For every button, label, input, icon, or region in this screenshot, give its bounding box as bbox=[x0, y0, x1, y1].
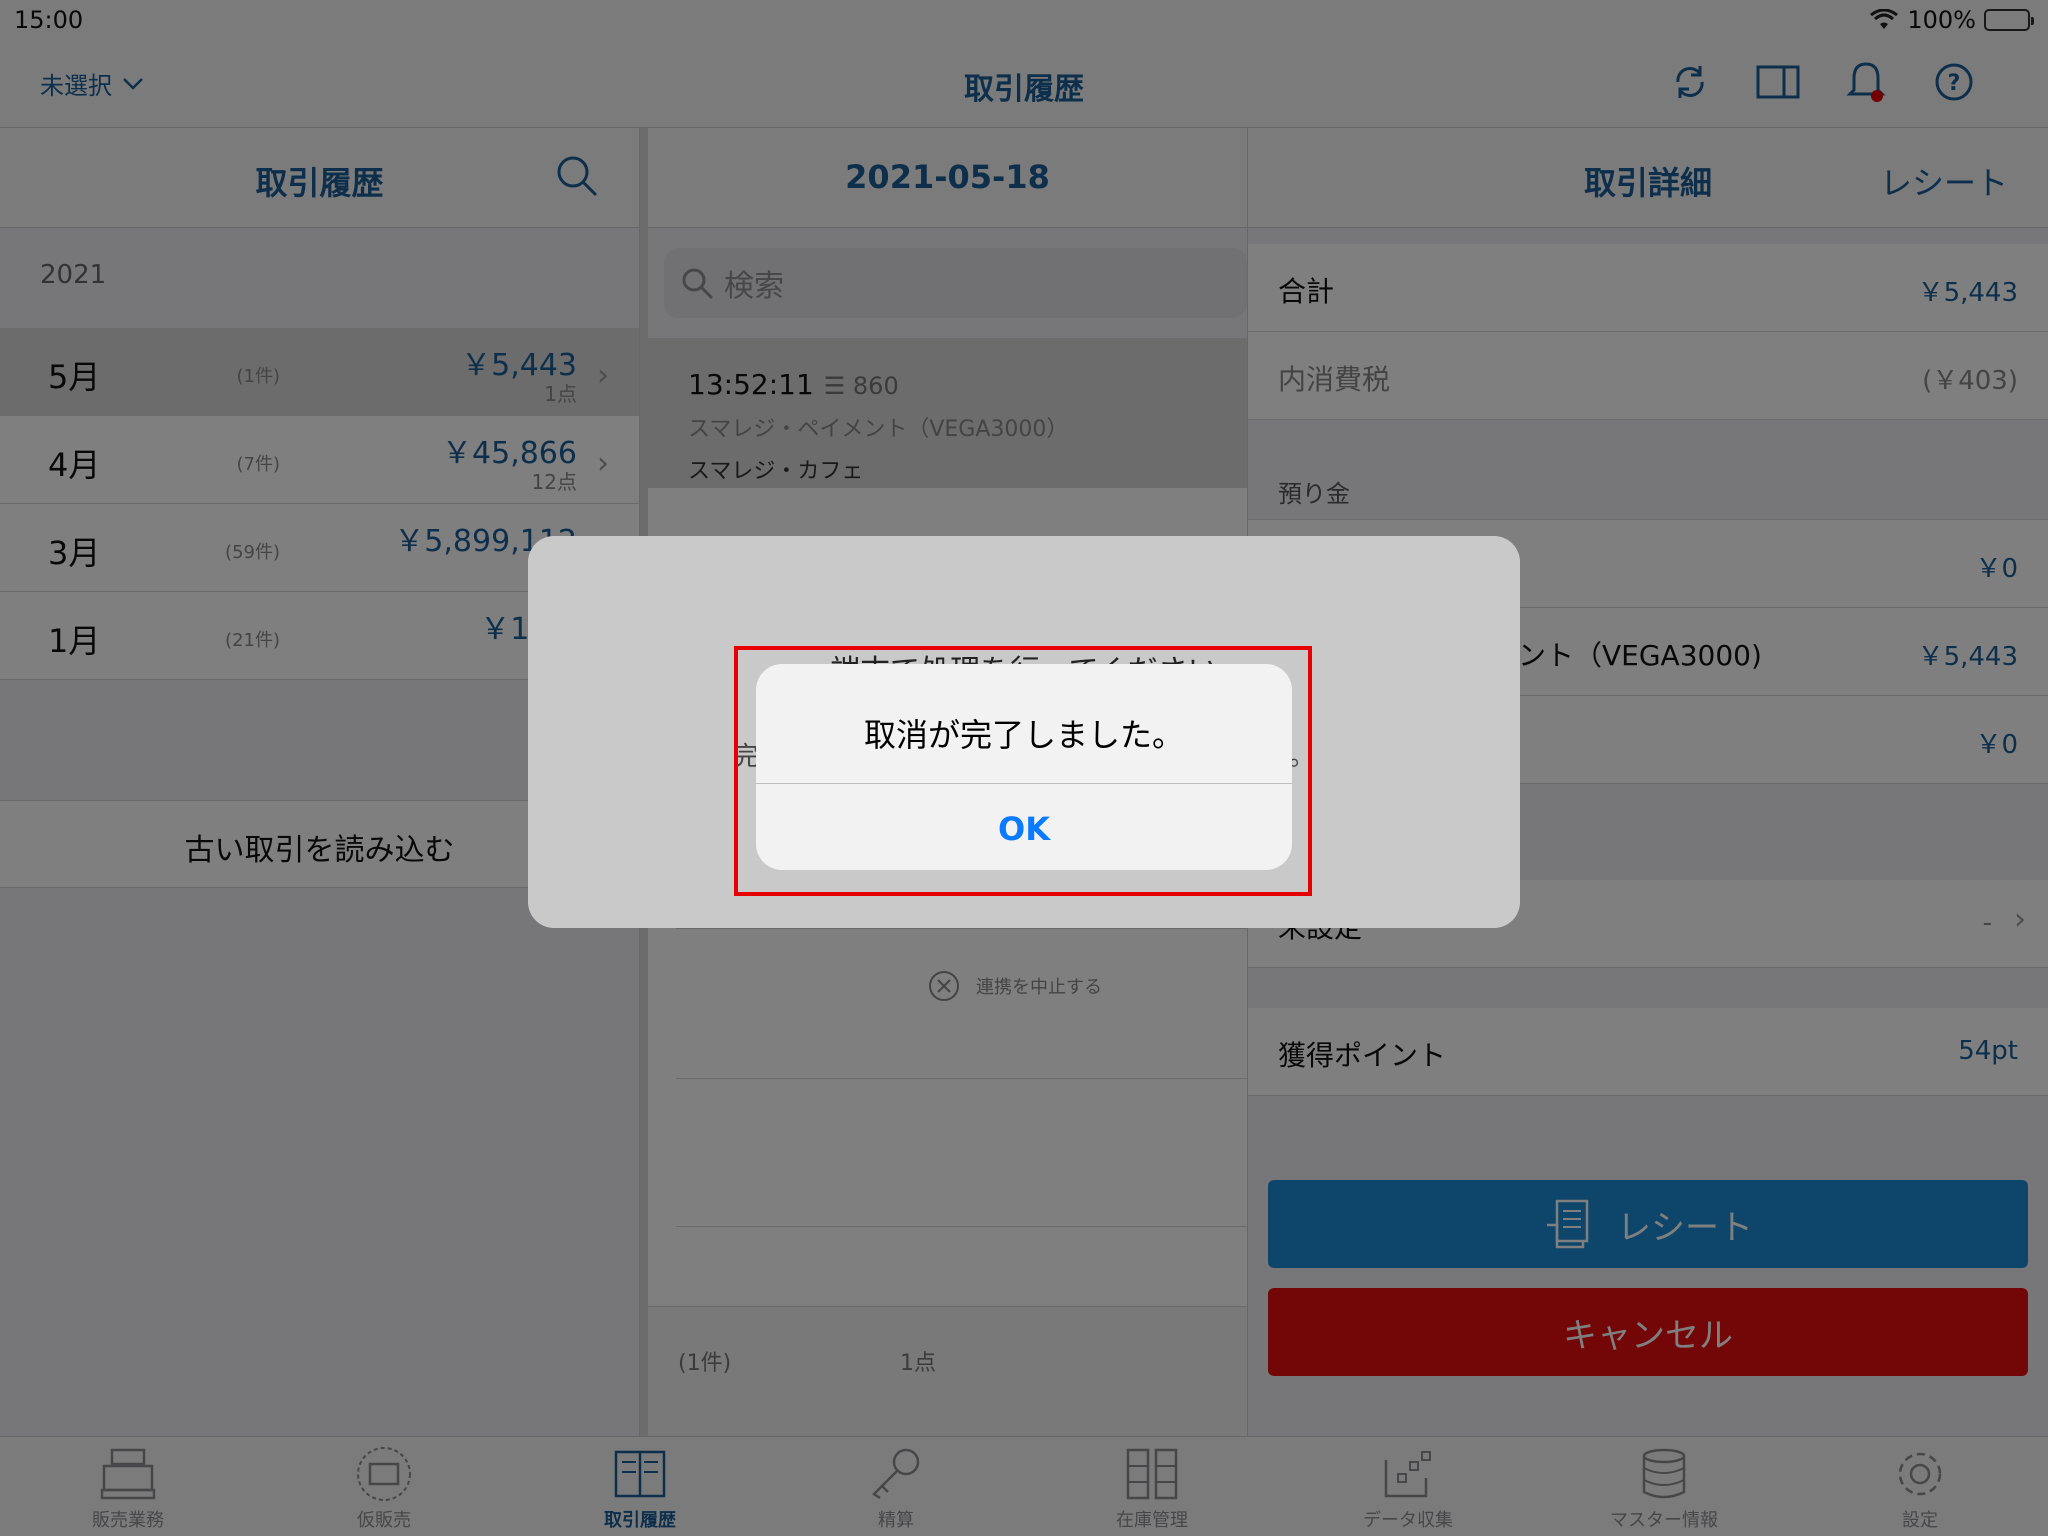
alert-ok-button[interactable]: OK bbox=[756, 784, 1292, 870]
cancel-complete-alert: 取消が完了しました。 OK bbox=[756, 664, 1292, 870]
alert-message: 取消が完了しました。 bbox=[756, 664, 1292, 784]
app-root: 15:00 100% 未選択 取引履歴 ? bbox=[0, 0, 2048, 1536]
